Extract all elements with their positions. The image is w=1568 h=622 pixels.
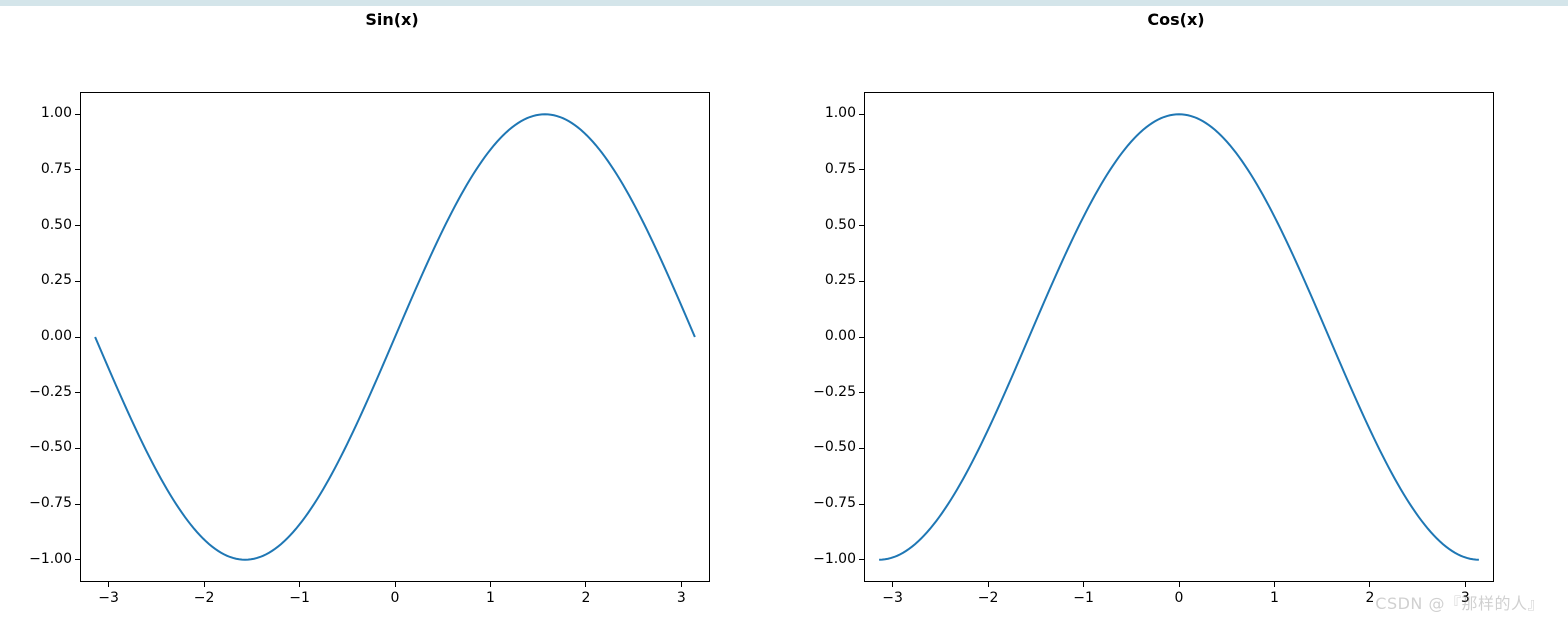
y-tick-label: 0.50	[825, 217, 856, 233]
y-tick-label: −0.25	[813, 384, 856, 400]
tick-mark	[859, 504, 864, 505]
tick-mark	[75, 559, 80, 560]
tick-mark	[859, 281, 864, 282]
x-tick-label: −2	[978, 590, 999, 606]
chart-panel-cos: Cos(x) −1.00−0.75−0.50−0.250.000.250.500…	[784, 6, 1568, 622]
y-tick-label: −1.00	[813, 551, 856, 567]
tick-mark	[681, 582, 682, 587]
tick-mark	[859, 337, 864, 338]
tick-mark	[1369, 582, 1370, 587]
tick-mark	[859, 169, 864, 170]
sin-curve	[80, 92, 710, 582]
chart-title-sin: Sin(x)	[0, 6, 784, 37]
tick-mark	[1274, 582, 1275, 587]
y-tick-label: 0.75	[825, 161, 856, 177]
tick-mark	[585, 582, 586, 587]
y-tick-label: 1.00	[825, 105, 856, 121]
tick-mark	[75, 337, 80, 338]
tick-mark	[490, 582, 491, 587]
y-tick-label: 0.50	[41, 217, 72, 233]
tick-mark	[75, 504, 80, 505]
plot-area-cos: −1.00−0.75−0.50−0.250.000.250.500.751.00…	[864, 92, 1494, 582]
tick-mark	[75, 392, 80, 393]
x-tick-label: 3	[1461, 590, 1470, 606]
x-tick-label: −3	[882, 590, 903, 606]
x-tick-label: −1	[289, 590, 310, 606]
tick-mark	[204, 582, 205, 587]
tick-mark	[75, 225, 80, 226]
tick-mark	[859, 559, 864, 560]
tick-mark	[75, 281, 80, 282]
y-tick-label: −0.50	[813, 439, 856, 455]
x-tick-label: −2	[194, 590, 215, 606]
tick-mark	[75, 448, 80, 449]
x-tick-label: 0	[1175, 590, 1184, 606]
tick-mark	[299, 582, 300, 587]
tick-mark	[892, 582, 893, 587]
tick-mark	[859, 114, 864, 115]
tick-mark	[859, 448, 864, 449]
x-tick-label: −1	[1073, 590, 1094, 606]
tick-mark	[1465, 582, 1466, 587]
tick-mark	[1179, 582, 1180, 587]
y-tick-label: 0.25	[825, 272, 856, 288]
x-tick-label: −3	[98, 590, 119, 606]
tick-mark	[75, 114, 80, 115]
y-tick-label: −0.75	[29, 495, 72, 511]
tick-mark	[75, 169, 80, 170]
cos-curve	[864, 92, 1494, 582]
tick-mark	[395, 582, 396, 587]
charts-container: Sin(x) −1.00−0.75−0.50−0.250.000.250.500…	[0, 6, 1568, 622]
tick-mark	[108, 582, 109, 587]
chart-panel-sin: Sin(x) −1.00−0.75−0.50−0.250.000.250.500…	[0, 6, 784, 622]
tick-mark	[1083, 582, 1084, 587]
y-tick-label: −0.75	[813, 495, 856, 511]
x-tick-label: 0	[391, 590, 400, 606]
plot-area-sin: −1.00−0.75−0.50−0.250.000.250.500.751.00…	[80, 92, 710, 582]
y-tick-label: 0.00	[41, 328, 72, 344]
y-tick-label: 0.00	[825, 328, 856, 344]
y-tick-label: 1.00	[41, 105, 72, 121]
tick-mark	[988, 582, 989, 587]
x-tick-label: 2	[1365, 590, 1374, 606]
x-tick-label: 1	[1270, 590, 1279, 606]
tick-mark	[859, 392, 864, 393]
tick-mark	[859, 225, 864, 226]
y-tick-label: 0.25	[41, 272, 72, 288]
y-tick-label: −0.50	[29, 439, 72, 455]
y-tick-label: 0.75	[41, 161, 72, 177]
y-tick-label: −0.25	[29, 384, 72, 400]
chart-title-cos: Cos(x)	[784, 6, 1568, 37]
x-tick-label: 2	[581, 590, 590, 606]
y-tick-label: −1.00	[29, 551, 72, 567]
x-tick-label: 3	[677, 590, 686, 606]
x-tick-label: 1	[486, 590, 495, 606]
